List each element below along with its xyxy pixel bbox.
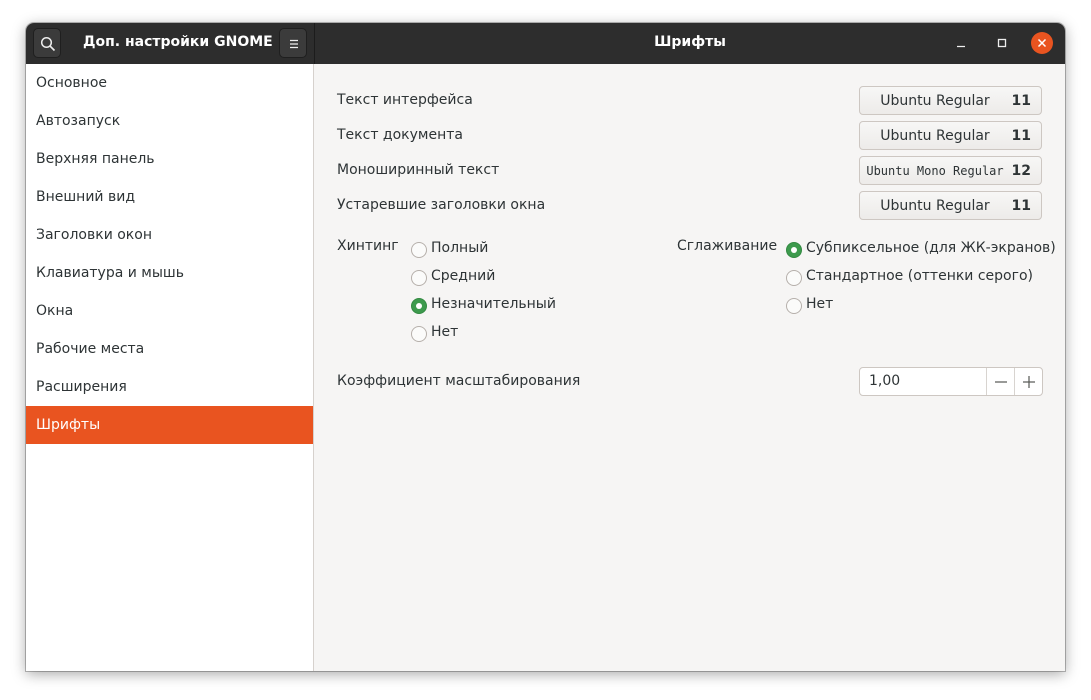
sidebar-item-extensions[interactable]: Расширения xyxy=(26,368,313,406)
font-size: 11 xyxy=(1011,198,1031,214)
sidebar-item-fonts[interactable]: Шрифты xyxy=(26,406,313,444)
maximize-icon xyxy=(997,38,1007,48)
sidebar-item-startup[interactable]: Автозапуск xyxy=(26,102,313,140)
increment-button[interactable] xyxy=(1014,368,1042,395)
fonts-panel: Текст интерфейса Ubuntu Regular 11 Текст… xyxy=(315,64,1065,671)
monospace-text-label: Моноширинный текст xyxy=(337,162,500,178)
monospace-text-font-button[interactable]: Ubuntu Mono Regular 12 xyxy=(859,156,1042,185)
minus-icon xyxy=(995,381,1007,383)
radio-indicator xyxy=(411,326,427,342)
sidebar-item-top-bar[interactable]: Верхняя панель xyxy=(26,140,313,178)
radio-indicator-selected xyxy=(411,298,427,314)
radio-label: Незначительный xyxy=(431,296,556,312)
sidebar-item-workspaces[interactable]: Рабочие места xyxy=(26,330,313,368)
radio-indicator xyxy=(786,298,802,314)
close-icon xyxy=(1037,38,1047,48)
sidebar: Основное Автозапуск Верхняя панель Внешн… xyxy=(26,64,314,671)
radio-label: Субпиксельное (для ЖК-экранов) xyxy=(806,240,1056,256)
menu-button[interactable] xyxy=(279,28,307,58)
scaling-factor-input[interactable]: 1,00 xyxy=(860,368,986,395)
font-size: 11 xyxy=(1011,93,1031,109)
font-name: Ubuntu Regular xyxy=(880,198,990,214)
radio-label: Полный xyxy=(431,240,489,256)
sidebar-item-windows[interactable]: Окна xyxy=(26,292,313,330)
app-title: Доп. настройки GNOME xyxy=(83,34,273,50)
radio-indicator xyxy=(411,270,427,286)
radio-label: Средний xyxy=(431,268,496,284)
sidebar-item-window-titlebars[interactable]: Заголовки окон xyxy=(26,216,313,254)
document-text-font-button[interactable]: Ubuntu Regular 11 xyxy=(859,121,1042,150)
font-name: Ubuntu Regular xyxy=(880,93,990,109)
maximize-button[interactable] xyxy=(991,32,1013,54)
font-size: 11 xyxy=(1011,128,1031,144)
sidebar-item-general[interactable]: Основное xyxy=(26,64,313,102)
search-icon xyxy=(40,36,56,52)
radio-indicator-selected xyxy=(786,242,802,258)
radio-label: Стандартное (оттенки серого) xyxy=(806,268,1034,284)
interface-text-label: Текст интерфейса xyxy=(337,92,473,108)
plus-icon xyxy=(1023,376,1035,388)
font-name: Ubuntu Mono Regular xyxy=(866,164,1004,178)
minimize-button[interactable] xyxy=(950,32,972,54)
header-bar: Доп. настройки GNOME Шрифты xyxy=(26,23,1065,64)
font-size: 12 xyxy=(1011,163,1031,179)
interface-text-font-button[interactable]: Ubuntu Regular 11 xyxy=(859,86,1042,115)
scaling-factor-spinbutton: 1,00 xyxy=(859,367,1043,396)
radio-label: Нет xyxy=(806,296,834,312)
legacy-window-titles-font-button[interactable]: Ubuntu Regular 11 xyxy=(859,191,1042,220)
font-name: Ubuntu Regular xyxy=(880,128,990,144)
close-button[interactable] xyxy=(1031,32,1053,54)
radio-indicator xyxy=(411,242,427,258)
window: Доп. настройки GNOME Шрифты Основное Авт… xyxy=(26,23,1065,671)
radio-indicator xyxy=(786,270,802,286)
search-button[interactable] xyxy=(33,28,61,58)
header-left: Доп. настройки GNOME xyxy=(26,23,315,64)
radio-label: Нет xyxy=(431,324,459,340)
hinting-label: Хинтинг xyxy=(337,238,399,254)
sidebar-item-appearance[interactable]: Внешний вид xyxy=(26,178,313,216)
scaling-factor-label: Коэффициент масштабирования xyxy=(337,373,581,389)
minimize-icon xyxy=(957,45,965,48)
document-text-label: Текст документа xyxy=(337,127,463,143)
hamburger-menu-icon xyxy=(290,39,298,49)
sidebar-item-keyboard-mouse[interactable]: Клавиатура и мышь xyxy=(26,254,313,292)
legacy-window-titles-label: Устаревшие заголовки окна xyxy=(337,197,546,213)
antialiasing-label: Сглаживание xyxy=(677,238,778,254)
decrement-button[interactable] xyxy=(986,368,1014,395)
